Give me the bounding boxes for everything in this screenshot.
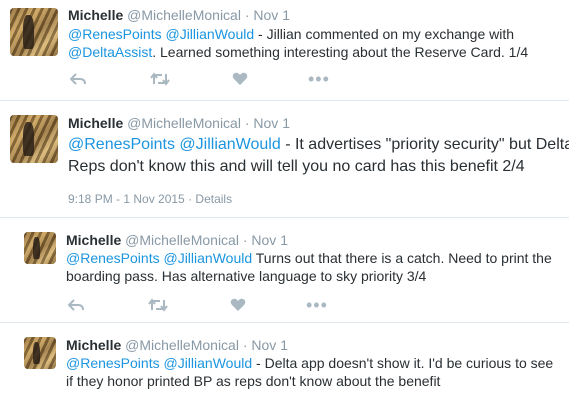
more-icon[interactable]: •••	[306, 296, 328, 314]
retweet-icon[interactable]	[150, 72, 170, 86]
reply-icon[interactable]	[68, 298, 84, 312]
tweet-actions: •••	[68, 70, 368, 88]
tweet-header: Michelle @MichelleMonical · Nov 1	[68, 115, 290, 131]
tweet-text-line-1: @RenesPoints @JillianWould - It advertis…	[68, 134, 569, 156]
tweet-3: Michelle @MichelleMonical · Nov 1 @Renes…	[0, 218, 569, 322]
tweet-text: . Learned something interesting about th…	[152, 44, 529, 60]
tweet-text-line-1: @RenesPoints @JillianWould - Delta app d…	[66, 354, 553, 372]
timestamp[interactable]: Nov 1	[251, 232, 288, 248]
user-handle[interactable]: @MichelleMonical	[127, 115, 241, 131]
tweet-1: Michelle @MichelleMonical · Nov 1 @Renes…	[0, 0, 569, 100]
mention-link[interactable]: @RenesPoints	[68, 136, 175, 153]
tweet-text-line-2: @DeltaAssist. Learned something interest…	[68, 43, 528, 61]
separator-dot: ·	[242, 232, 248, 248]
user-name[interactable]: Michelle	[66, 232, 121, 248]
tweet-text: Reps don't know this and will tell you n…	[68, 158, 525, 175]
tweet-actions: •••	[66, 296, 366, 314]
mention-link[interactable]: @RenesPoints	[68, 26, 162, 42]
tweet-text: - Jillian commented on my exchange with	[254, 26, 515, 42]
tweet-header: Michelle @MichelleMonical · Nov 1	[68, 7, 290, 23]
separator-dot: ·	[244, 115, 250, 131]
user-handle[interactable]: @MichelleMonical	[125, 337, 239, 353]
user-name[interactable]: Michelle	[68, 115, 123, 131]
avatar[interactable]	[24, 337, 56, 369]
tweet-text: Turns out that there is a catch. Need to…	[252, 250, 552, 266]
separator-dot: ·	[184, 192, 196, 206]
tweet-text-line-1: @RenesPoints @JillianWould - Jillian com…	[68, 25, 514, 43]
tweet-text-line-1: @RenesPoints @JillianWould Turns out tha…	[66, 249, 552, 267]
like-icon[interactable]	[232, 72, 248, 86]
like-icon[interactable]	[230, 298, 246, 312]
tweet-text: - Delta app doesn't show it. I'd be curi…	[252, 355, 554, 371]
user-handle[interactable]: @MichelleMonical	[125, 232, 239, 248]
tweet-text: boarding pass. Has alternative language …	[66, 268, 427, 284]
avatar[interactable]	[10, 8, 58, 56]
user-name[interactable]: Michelle	[66, 337, 121, 353]
mention-link[interactable]: @DeltaAssist	[68, 44, 152, 60]
tweet-4: Michelle @MichelleMonical · Nov 1 @Renes…	[0, 323, 569, 401]
tweet-text-line-2: boarding pass. Has alternative language …	[66, 267, 426, 285]
reply-icon[interactable]	[70, 72, 86, 86]
retweet-icon[interactable]	[148, 298, 168, 312]
timestamp[interactable]: Nov 1	[253, 115, 290, 131]
timestamp[interactable]: Nov 1	[251, 337, 288, 353]
timestamp[interactable]: Nov 1	[253, 7, 290, 23]
mention-link[interactable]: @RenesPoints	[66, 355, 160, 371]
more-icon[interactable]: •••	[308, 70, 330, 88]
tweet-text-line-2: Reps don't know this and will tell you n…	[68, 156, 525, 178]
tweet-2-focused: Michelle @MichelleMonical · Nov 1 @Renes…	[0, 101, 569, 217]
tweet-datetime[interactable]: 9:18 PM - 1 Nov 2015	[68, 192, 185, 206]
mention-link[interactable]: @JillianWould	[163, 355, 252, 371]
separator-dot: ·	[244, 7, 250, 23]
tweet-text-line-2: if they honor printed BP as reps don't k…	[66, 372, 440, 390]
tweet-text: - It advertises "priority security" but …	[280, 136, 569, 153]
tweet-header: Michelle @MichelleMonical · Nov 1	[66, 232, 288, 248]
avatar[interactable]	[10, 115, 58, 163]
tweet-header: Michelle @MichelleMonical · Nov 1	[66, 337, 288, 353]
user-name[interactable]: Michelle	[68, 7, 123, 23]
mention-link[interactable]: @RenesPoints	[66, 250, 160, 266]
avatar[interactable]	[24, 232, 56, 264]
user-handle[interactable]: @MichelleMonical	[127, 7, 241, 23]
mention-link[interactable]: @JillianWould	[165, 26, 254, 42]
mention-link[interactable]: @JillianWould	[163, 250, 252, 266]
details-link[interactable]: Details	[195, 192, 232, 206]
separator-dot: ·	[242, 337, 248, 353]
tweet-metadata: 9:18 PM - 1 Nov 2015 · Details	[68, 192, 232, 206]
mention-link[interactable]: @JillianWould	[179, 136, 280, 153]
tweet-text: if they honor printed BP as reps don't k…	[66, 373, 441, 389]
